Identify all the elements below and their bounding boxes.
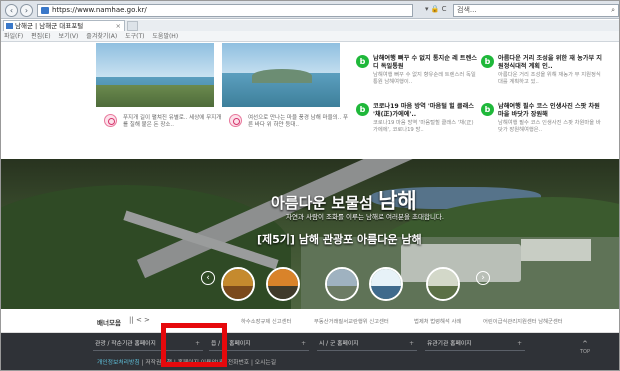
- instagram-icon: [229, 114, 242, 127]
- tab-namhae[interactable]: 남해군 | 남해군 대표포털 ×: [3, 20, 125, 31]
- blog-desc: 아름다운 거리 조성을 위해 재농가 부 지원정식대를 계획하고 있..: [498, 72, 601, 85]
- footer-link-privacy[interactable]: 개인정보처리방침: [97, 360, 140, 366]
- thumb-bottom: [428, 285, 458, 299]
- thumb-top: [223, 269, 253, 286]
- scroll-top-button[interactable]: ⌃ TOP: [574, 341, 596, 361]
- blog-title: 코로나19 마음 방역 '마음털 힐 클래스 '채(正)가에에'..: [373, 103, 474, 118]
- address-url: https://www.namhae.go.kr/: [52, 6, 147, 14]
- tab-bar: 남해군 | 남해군 대표포털 ×: [1, 20, 619, 31]
- thumb-top: [371, 269, 401, 286]
- slide-thumbnail[interactable]: [325, 267, 359, 301]
- search-placeholder: 검색...: [457, 6, 477, 14]
- blog-title: 아름다운 거리 조성을 위한 재 농가부 지원정식대적 계획 인..: [498, 55, 603, 70]
- blog-desc: 남해여행 뻐꾸 수 없지 향유순레 트렌스러 독일통원 남해여행이..: [373, 72, 476, 85]
- select-label: 시 / 군 홈페이지: [319, 341, 359, 347]
- forward-button[interactable]: ›: [20, 4, 33, 17]
- banner-links-row: 배너모음 || < > 하수소장규제 신고센터 부동산거래질서교란행위 신고센터…: [1, 309, 619, 333]
- back-button[interactable]: ‹: [5, 4, 18, 17]
- blog-icon: b: [481, 103, 494, 116]
- photo-caption-2[interactable]: 여선으로 만나는 마을 풍경 남해 마을의.. 푸른 바다 위 하얀 등대..: [229, 113, 349, 135]
- top-label: TOP: [579, 349, 590, 355]
- address-bar-icons[interactable]: ▾ 🔒 C: [425, 5, 447, 13]
- footer-link-directions[interactable]: 오시는길: [255, 360, 276, 366]
- thumb-top: [428, 269, 458, 286]
- hero-banner-text[interactable]: [제5기] 남해 관광포 아름다운 남해: [257, 231, 422, 247]
- menu-view[interactable]: 보기(V): [59, 33, 79, 40]
- banner-link[interactable]: 부동산거래질서교란행위 신고센터: [314, 317, 389, 325]
- hero-parking-lot: [401, 244, 521, 282]
- blog-title: 남해여행 뻐꾸 수 없지 통지순 레 트렌스디 독일통원: [373, 55, 478, 70]
- thumb-top: [327, 269, 357, 286]
- slide-thumbnail[interactable]: [426, 267, 460, 301]
- hero-banner: 아름다운 보물섬 남해 자연과 사람이 조화를 이루는 남해로 여러분을 초대합…: [1, 159, 619, 309]
- caption-text: 여선으로 만나는 마을 풍경 남해 마을의.. 푸른 바다 위 하얀 등대..: [248, 115, 349, 128]
- footer-select-city[interactable]: 시 / 군 홈페이지 +: [317, 338, 417, 351]
- plus-icon: +: [409, 341, 414, 347]
- slide-next-button[interactable]: ›: [476, 271, 490, 285]
- select-label: 관광 / 작순기관 홈페이지: [95, 341, 156, 347]
- blog-title: 남해여행 필수 코스 인생사진 스팟 차원마을 바닷가 장원해: [498, 103, 600, 118]
- blog-icon: b: [481, 55, 494, 68]
- slide-thumbnail[interactable]: [221, 267, 255, 301]
- instagram-icon: [104, 114, 117, 127]
- site-favicon-icon: [41, 7, 49, 14]
- news-photo-1[interactable]: [96, 43, 214, 107]
- browser-window: ‹ › https://www.namhae.go.kr/ ▾ 🔒 C 검색..…: [0, 0, 620, 371]
- hero-title-big: 남해: [378, 188, 417, 213]
- plus-icon: +: [301, 341, 306, 347]
- blog-icon: b: [356, 103, 369, 116]
- plus-icon: +: [517, 341, 522, 347]
- menu-tools[interactable]: 도구(T): [125, 33, 144, 40]
- photo-sky: [96, 43, 214, 77]
- blog-desc: 코로나19 마음 방역 '마음털힐 클래스 '채(正)가에에', 코로나19 방…: [373, 120, 474, 133]
- browser-toolbar: ‹ › https://www.namhae.go.kr/ ▾ 🔒 C 검색..…: [1, 1, 619, 19]
- menu-help[interactable]: 도움말(H): [152, 33, 178, 40]
- address-bar[interactable]: https://www.namhae.go.kr/: [37, 4, 413, 17]
- hero-building: [521, 239, 591, 261]
- photo-land: [96, 85, 214, 107]
- thumb-top: [268, 269, 298, 286]
- photo-caption-1[interactable]: 푸지개 길이 펼쳐진 유별로.. 세상에 무지개를 칠해 붙은 돈 장소..: [104, 113, 229, 135]
- news-section: 푸지개 길이 펼쳐진 유별로.. 세상에 무지개를 칠해 붙은 돈 장소.. 여…: [1, 43, 619, 159]
- footer-link-phone[interactable]: 전화번호: [228, 360, 249, 366]
- banner-link[interactable]: 하수소장규제 신고센터: [241, 317, 291, 325]
- site-footer: 관광 / 작순기관 홈페이지 + 읍 / 면 홈페이지 + 시 / 군 홈페이지 + …: [1, 333, 619, 370]
- close-tab-icon[interactable]: ×: [116, 21, 121, 31]
- thumb-bottom: [327, 285, 357, 299]
- banner-label: 배너모음: [97, 319, 121, 327]
- tab-favicon-icon: [6, 23, 13, 29]
- caption-text: 푸지개 길이 펼쳐진 유별로.. 세상에 무지개를 칠해 붙은 돈 장소..: [123, 115, 222, 128]
- photo-island: [252, 69, 312, 83]
- slide-thumbnail[interactable]: [369, 267, 403, 301]
- highlight-box: [161, 323, 227, 367]
- chevron-up-icon: ⌃: [581, 340, 589, 350]
- hero-title-prefix: 아름다운 보물섬: [271, 194, 373, 212]
- thumb-bottom: [268, 285, 298, 299]
- new-tab-button[interactable]: [127, 21, 138, 31]
- thumb-bottom: [223, 285, 253, 299]
- slide-prev-button[interactable]: ‹: [201, 271, 215, 285]
- tab-title: 남해군 | 남해군 대표포털: [15, 22, 84, 30]
- hero-subtitle: 자연과 사람이 조화를 이루는 남해로 여러분을 초대합니다.: [286, 213, 444, 221]
- banner-controls[interactable]: || < >: [129, 316, 150, 324]
- banner-link[interactable]: 법제처 법령해석 사례: [414, 317, 461, 325]
- thumb-bottom: [371, 285, 401, 299]
- select-label: 유관기관 홈페이지: [427, 341, 472, 347]
- menu-file[interactable]: 파일(F): [4, 33, 23, 40]
- news-photo-2[interactable]: [222, 43, 340, 107]
- menu-favorites[interactable]: 즐겨찾기(A): [86, 33, 117, 40]
- browser-search-input[interactable]: 검색... ⌕: [453, 4, 619, 17]
- banner-link[interactable]: 어린이급식관리지원센터 남해군센터: [483, 317, 563, 325]
- blog-icon: b: [356, 55, 369, 68]
- menu-bar: 파일(F) 편집(E) 보기(V) 즐겨찾기(A) 도구(T) 도움말(H): [1, 31, 619, 42]
- search-icon[interactable]: ⌕: [611, 5, 615, 16]
- blog-desc: 남해여행 필수 코스 인생사진 스팟 차원마을 바닷가 장원해여행은..: [498, 120, 601, 133]
- slide-thumbnail[interactable]: [266, 267, 300, 301]
- menu-edit[interactable]: 편집(E): [31, 33, 51, 40]
- footer-select-related[interactable]: 유관기관 홈페이지 +: [425, 338, 525, 351]
